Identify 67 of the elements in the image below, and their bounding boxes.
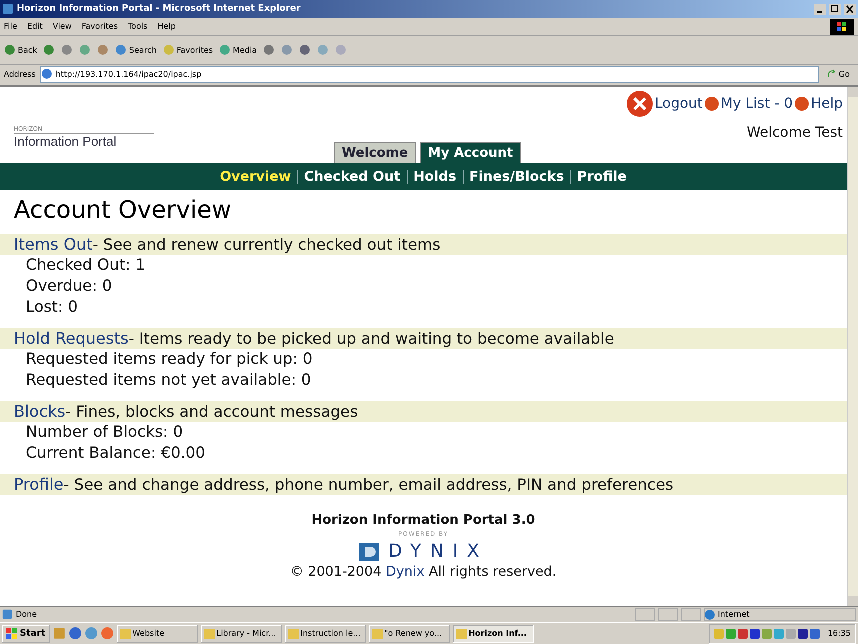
start-button[interactable]: Start (2, 624, 50, 642)
nav-link[interactable]: Overview (220, 168, 292, 184)
account-stat: Overdue: 0 (26, 276, 114, 297)
account-stat: Checked Out: 1 (26, 255, 147, 276)
menu-item[interactable]: Favorites (82, 22, 118, 31)
menu-item[interactable]: View (52, 22, 72, 31)
status-pane (635, 608, 655, 621)
back-button[interactable]: Back (4, 44, 38, 56)
logout-link[interactable]: Logout (626, 91, 703, 117)
windows-logo-icon (6, 628, 18, 639)
dynix-link[interactable]: Dynix (386, 564, 425, 580)
window-title: Horizon Information Portal - Microsoft Internet Explorer (17, 4, 302, 14)
account-stat: Requested items ready for pick up: 0 (26, 349, 314, 370)
section-link[interactable]: Blocks (14, 402, 66, 421)
address-label: Address (4, 70, 36, 78)
favorites-button[interactable]: Favorites (162, 44, 214, 56)
footer-title: Horizon Information Portal 3.0 (312, 513, 536, 528)
section-description: - See and change address, phone number, email address, PIN and preferences (64, 476, 674, 494)
minimize-icon[interactable] (814, 4, 826, 14)
search-button[interactable]: Search (115, 44, 157, 56)
section-link[interactable]: Profile (14, 475, 64, 494)
close-icon[interactable] (844, 4, 856, 14)
windows-logo-icon (830, 18, 854, 34)
menu-item[interactable]: Help (158, 22, 176, 31)
media-button[interactable]: Media (219, 44, 258, 56)
arrow-icon (826, 69, 837, 79)
account-stat: Requested items not yet available: 0 (26, 370, 312, 391)
nav-link[interactable]: Fines/Blocks (470, 168, 564, 184)
zone-indicator: Internet (704, 608, 856, 621)
taskbar-button[interactable]: Instruction le... (284, 624, 366, 642)
tab[interactable]: My Account (420, 142, 522, 163)
account-stat: Number of Blocks: 0 (26, 422, 184, 443)
copyright-text: © 2001-2004 Dynix All rights reserved. (290, 564, 557, 580)
welcome-text: Welcome Test (746, 125, 843, 141)
dynix-logo-icon (358, 542, 378, 560)
taskbar-button[interactable]: "o Renew yo... (368, 624, 450, 642)
brand-wordmark: DYNIX (388, 541, 488, 562)
nav-link[interactable]: Holds (414, 168, 456, 184)
go-button[interactable]: Go (822, 69, 854, 79)
status-text: Done (16, 610, 38, 619)
page-heading: Account Overview (14, 196, 233, 224)
clock: 16:35 (828, 629, 851, 638)
menu-item[interactable]: File (4, 22, 18, 31)
taskbar-button[interactable]: Library - Micr... (200, 624, 282, 642)
address-field[interactable]: http://193.170.1.164/ipac20/ipac.jsp (40, 66, 819, 82)
status-pane (658, 608, 678, 621)
menu-item[interactable]: Edit (27, 22, 43, 31)
taskbar-button[interactable]: Website (116, 624, 198, 642)
account-stat: Current Balance: €0.00 (26, 443, 206, 464)
section-link[interactable]: Hold Requests (14, 329, 129, 348)
section-description: - Fines, blocks and account messages (66, 403, 358, 421)
section-link[interactable]: Items Out (14, 235, 93, 254)
menu-item[interactable]: Tools (128, 22, 148, 31)
status-pane (681, 608, 701, 621)
scrollbar[interactable] (847, 87, 858, 606)
nav-link[interactable]: Profile (577, 168, 627, 184)
section-description: - Items ready to be picked up and waiting to become available (128, 330, 614, 348)
mylist-link[interactable]: My List - 0 (704, 96, 794, 112)
section-description: - See and renew currently checked out items (92, 236, 441, 254)
help-link[interactable]: Help (795, 96, 843, 112)
close-icon (626, 91, 653, 117)
account-stat: Lost: 0 (26, 297, 80, 318)
nav-link[interactable]: Checked Out (304, 168, 401, 184)
portal-logo: Information Portal (14, 134, 118, 149)
maximize-icon[interactable] (829, 4, 841, 14)
taskbar-button[interactable]: Horizon Inf... (452, 624, 534, 642)
tab[interactable]: Welcome (334, 142, 416, 163)
